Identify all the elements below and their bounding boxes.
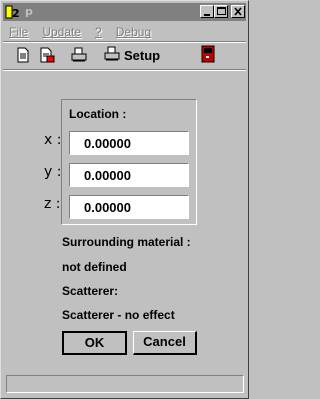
setup-button[interactable]: Setup (104, 46, 161, 65)
menu-bar: File Update ? Debug (9, 25, 151, 41)
window-title: p (25, 5, 33, 18)
surrounding-material-value: not defined (62, 260, 127, 274)
x-label: x : (44, 132, 62, 148)
minimize-button[interactable] (200, 5, 214, 18)
svg-text:2: 2 (12, 7, 20, 20)
close-button[interactable] (231, 5, 245, 18)
setup-label: Setup (124, 47, 161, 63)
cancel-button[interactable]: Cancel (133, 331, 197, 355)
scatterer-label: Scatterer: (62, 284, 119, 298)
scatterer-value: Scatterer - no effect (62, 308, 175, 322)
status-bar (6, 375, 244, 393)
new-document-icon[interactable] (16, 47, 30, 63)
surrounding-material-label: Surrounding material : (62, 235, 191, 249)
menu-divider (3, 41, 246, 43)
menu-file[interactable]: File (9, 25, 28, 41)
close-icon (234, 7, 242, 16)
menu-update[interactable]: Update (42, 25, 81, 41)
toolbar-divider (3, 69, 246, 71)
setup-icon (104, 46, 120, 65)
y-input[interactable] (69, 163, 189, 187)
menu-help[interactable]: ? (95, 25, 102, 41)
z-label: z : (44, 196, 61, 212)
open-document-icon[interactable] (39, 47, 55, 63)
title-bar[interactable]: 2 p (3, 3, 246, 21)
y-label: y : (44, 164, 62, 180)
minimize-icon (204, 14, 210, 16)
z-input[interactable] (69, 195, 189, 219)
maximize-button[interactable] (214, 5, 228, 18)
app-icon[interactable]: 2 (5, 4, 21, 20)
x-input[interactable] (69, 131, 189, 155)
app-window: 2 p File Update ? Debug Setup Location:… (0, 0, 249, 399)
exit-door-icon[interactable] (201, 45, 215, 63)
ok-button[interactable]: OK (62, 331, 127, 355)
print-icon[interactable] (71, 47, 87, 63)
location-title: Location : (69, 107, 127, 121)
menu-debug[interactable]: Debug (116, 25, 151, 41)
maximize-icon (217, 7, 226, 15)
